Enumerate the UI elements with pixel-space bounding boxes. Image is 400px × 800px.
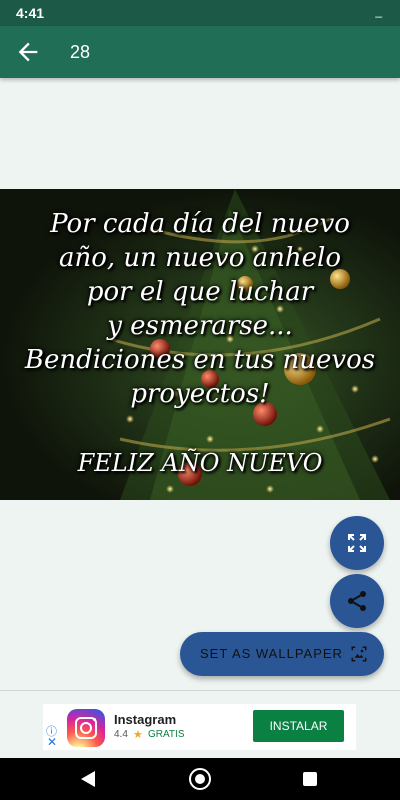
wallpaper-quote: Por cada día del nuevo año, un nuevo anh…	[0, 207, 400, 411]
instagram-logo-icon[interactable]	[67, 709, 105, 747]
ad-close-icon[interactable]: ✕	[47, 735, 57, 749]
quote-line: proyectos!	[130, 379, 270, 409]
ad-app-name[interactable]: Instagram	[114, 712, 176, 727]
page-title: 28	[70, 42, 91, 62]
wallpaper-image[interactable]: Por cada día del nuevo año, un nuevo anh…	[0, 189, 400, 500]
divider	[0, 690, 400, 691]
app-bar: 28	[0, 26, 400, 78]
fullscreen-button[interactable]	[330, 516, 384, 570]
system-nav-bar	[0, 758, 400, 800]
ad-rating: 4.4	[114, 729, 128, 740]
quote-line: y esmerarse...	[107, 311, 293, 341]
status-bar: 4:41 _	[0, 0, 400, 26]
nav-recents-icon[interactable]	[303, 772, 317, 786]
star-icon: ★	[133, 729, 143, 741]
share-icon	[348, 591, 366, 611]
nav-home-icon[interactable]	[189, 768, 211, 790]
set-wallpaper-button[interactable]: SET AS WALLPAPER	[180, 632, 384, 676]
fullscreen-icon	[348, 534, 366, 552]
quote-line: por el que luchar	[86, 277, 314, 307]
set-wallpaper-label: SET AS WALLPAPER	[200, 646, 343, 661]
arrow-back-icon	[18, 42, 38, 62]
quote-line: Por cada día del nuevo	[50, 209, 350, 239]
ad-price: GRATIS	[148, 729, 185, 740]
share-button[interactable]	[330, 574, 384, 628]
wallpaper-greeting: FELIZ AÑO NUEVO	[77, 449, 323, 477]
nav-back-icon[interactable]	[80, 770, 96, 788]
quote-line: año, un nuevo anhelo	[58, 243, 341, 273]
install-button[interactable]: INSTALAR	[253, 710, 344, 742]
quote-line: Bendiciones en tus nuevos	[24, 345, 376, 375]
back-button[interactable]	[14, 38, 42, 66]
status-time: 4:41	[16, 5, 45, 21]
ad-banner[interactable]: ⓘ ✕ Instagram 4.4 ★ GRATIS INSTALAR	[43, 704, 356, 750]
wallpaper-icon	[351, 646, 367, 662]
status-indicator: _	[375, 4, 382, 18]
